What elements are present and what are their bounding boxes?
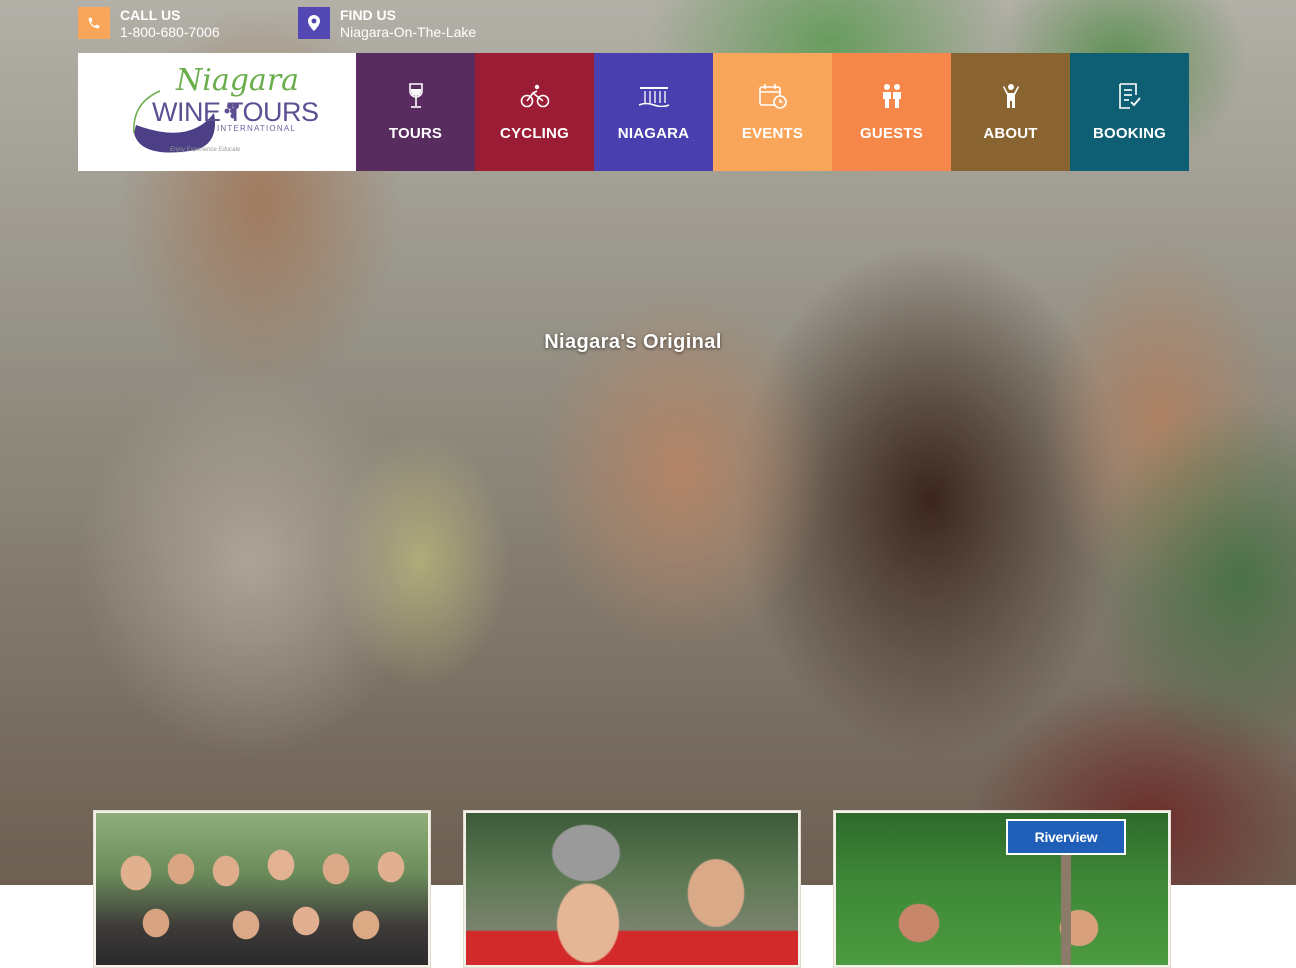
riverview-photo: Riverview [836, 813, 1168, 965]
group-tour-photo [96, 813, 428, 965]
phone-number[interactable]: 1-800-680-7006 [120, 24, 220, 41]
riverview-card[interactable]: Riverview [833, 810, 1171, 968]
guests-icon [880, 83, 904, 109]
sign-post [1061, 855, 1071, 965]
logo-script-text: Niagara [176, 63, 300, 98]
nav-niagara[interactable]: NIAGARA [594, 53, 713, 171]
nav-label: CYCLING [500, 125, 569, 142]
nav-cycling[interactable]: CYCLING [475, 53, 594, 171]
cycling-tour-photo [466, 813, 798, 965]
phone-icon [78, 7, 110, 39]
group-tour-card[interactable] [93, 810, 431, 968]
cycling-tour-card[interactable] [463, 810, 801, 968]
location-text[interactable]: Niagara-On-The-Lake [340, 24, 476, 41]
logo-subtitle: INTERNATIONAL [217, 124, 297, 133]
nav-tours[interactable]: TOURS [356, 53, 475, 171]
bicycle-icon [520, 83, 550, 109]
riverview-sign-text: Riverview [1034, 829, 1098, 845]
nav-label: GUESTS [860, 125, 923, 142]
nav-booking[interactable]: BOOKING [1070, 53, 1189, 171]
nav-about[interactable]: ABOUT [951, 53, 1070, 171]
find-us[interactable]: FIND US Niagara-On-The-Lake [298, 7, 476, 41]
calendar-icon [758, 83, 787, 109]
call-us[interactable]: CALL US 1-800-680-7006 [78, 7, 220, 41]
nav-guests[interactable]: GUESTS [832, 53, 951, 171]
call-us-title: CALL US [120, 7, 181, 23]
site-logo[interactable]: Niagara WINE TOURS INTERNATIONAL Enjoy E… [78, 53, 356, 171]
logo-tagline: Enjoy Experience Educate [170, 147, 241, 153]
wine-glass-icon [408, 83, 424, 109]
riverview-sign: Riverview [1006, 819, 1126, 855]
nav-events[interactable]: EVENTS [713, 53, 832, 171]
map-pin-icon [298, 7, 330, 39]
nav-label: EVENTS [741, 125, 804, 142]
waterfall-icon [638, 83, 670, 109]
nav-label: ABOUT [983, 125, 1038, 142]
checklist-icon [1118, 83, 1142, 109]
find-us-title: FIND US [340, 7, 396, 23]
person-icon [1002, 83, 1020, 109]
hero-headline: Niagara's Original [544, 331, 722, 353]
main-nav: TOURS CYCLING NIAGARA EVENTS GUESTS ABOU… [356, 53, 1189, 171]
nav-label: TOURS [388, 125, 443, 142]
nav-label: NIAGARA [617, 125, 690, 142]
nav-label: BOOKING [1092, 125, 1167, 142]
